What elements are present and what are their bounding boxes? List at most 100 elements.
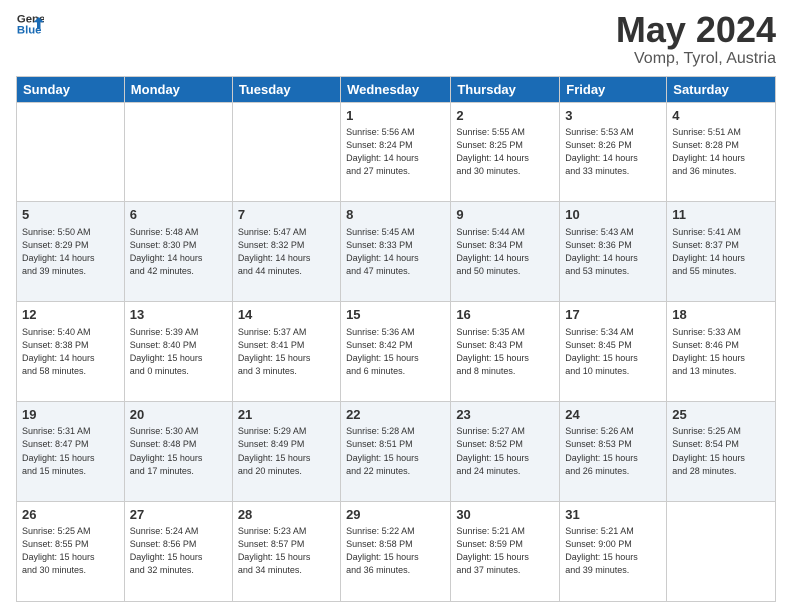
table-row: 2Sunrise: 5:55 AM Sunset: 8:25 PM Daylig… [451, 102, 560, 202]
day-info: Sunrise: 5:22 AM Sunset: 8:58 PM Dayligh… [346, 525, 445, 577]
table-row: 23Sunrise: 5:27 AM Sunset: 8:52 PM Dayli… [451, 402, 560, 502]
day-number: 30 [456, 506, 554, 524]
day-info: Sunrise: 5:35 AM Sunset: 8:43 PM Dayligh… [456, 326, 554, 378]
calendar-week-row: 5 Sunrise: 5:50 AM Sunset: 8:29 PM Daylig… [17, 202, 776, 302]
table-row: 19Sunrise: 5:31 AM Sunset: 8:47 PM Dayli… [17, 402, 125, 502]
col-wednesday: Wednesday [341, 76, 451, 102]
day-info: Sunrise: 5:45 AM Sunset: 8:33 PM Dayligh… [346, 226, 445, 278]
calendar-week-row: 19Sunrise: 5:31 AM Sunset: 8:47 PM Dayli… [17, 402, 776, 502]
day-number: 1 [346, 107, 445, 125]
day-info: Sunrise: 5:25 AM Sunset: 8:54 PM Dayligh… [672, 425, 770, 477]
title-block: May 2024 Vomp, Tyrol, Austria [616, 10, 776, 68]
table-row: 30Sunrise: 5:21 AM Sunset: 8:59 PM Dayli… [451, 502, 560, 602]
day-number: 12 [22, 306, 119, 324]
day-info: Sunrise: 5:34 AM Sunset: 8:45 PM Dayligh… [565, 326, 661, 378]
table-row: 1Sunrise: 5:56 AM Sunset: 8:24 PM Daylig… [341, 102, 451, 202]
table-row: 28Sunrise: 5:23 AM Sunset: 8:57 PM Dayli… [232, 502, 340, 602]
day-number: 3 [565, 107, 661, 125]
table-row: 14Sunrise: 5:37 AM Sunset: 8:41 PM Dayli… [232, 302, 340, 402]
day-info: Sunrise: 5:53 AM Sunset: 8:26 PM Dayligh… [565, 126, 661, 178]
day-info: Sunrise: 5:25 AM Sunset: 8:55 PM Dayligh… [22, 525, 119, 577]
table-row: 8Sunrise: 5:45 AM Sunset: 8:33 PM Daylig… [341, 202, 451, 302]
day-info: Sunrise: 5:24 AM Sunset: 8:56 PM Dayligh… [130, 525, 227, 577]
table-row: 17 Sunrise: 5:34 AM Sunset: 8:45 PM Dayli… [560, 302, 667, 402]
table-row [667, 502, 776, 602]
day-number: 7 [238, 206, 335, 224]
page: General Blue May 2024 Vomp, Tyrol, Austr… [0, 0, 792, 612]
day-info: Sunrise: 5:27 AM Sunset: 8:52 PM Dayligh… [456, 425, 554, 477]
calendar-week-row: 26Sunrise: 5:25 AM Sunset: 8:55 PM Dayli… [17, 502, 776, 602]
day-info: Sunrise: 5:29 AM Sunset: 8:49 PM Dayligh… [238, 425, 335, 477]
day-info: Sunrise: 5:50 AM Sunset: 8:29 PM Dayligh… [22, 226, 119, 278]
day-info: Sunrise: 5:23 AM Sunset: 8:57 PM Dayligh… [238, 525, 335, 577]
day-number: 26 [22, 506, 119, 524]
day-info: Sunrise: 5:51 AM Sunset: 8:28 PM Dayligh… [672, 126, 770, 178]
day-info: Sunrise: 5:28 AM Sunset: 8:51 PM Dayligh… [346, 425, 445, 477]
table-row: 15 Sunrise: 5:36 AM Sunset: 8:42 PM Dayli… [341, 302, 451, 402]
day-number: 2 [456, 107, 554, 125]
table-row: 21Sunrise: 5:29 AM Sunset: 8:49 PM Dayli… [232, 402, 340, 502]
table-row: 27Sunrise: 5:24 AM Sunset: 8:56 PM Dayli… [124, 502, 232, 602]
day-number: 15 [346, 306, 445, 324]
day-number: 16 [456, 306, 554, 324]
day-number: 10 [565, 206, 661, 224]
day-number: 31 [565, 506, 661, 524]
logo: General Blue [16, 10, 44, 38]
col-sunday: Sunday [17, 76, 125, 102]
day-number: 28 [238, 506, 335, 524]
day-number: 17 [565, 306, 661, 324]
table-row: 10 Sunrise: 5:43 AM Sunset: 8:36 PM Dayli… [560, 202, 667, 302]
calendar-table: Sunday Monday Tuesday Wednesday Thursday… [16, 76, 776, 602]
day-number: 5 [22, 206, 119, 224]
day-info: Sunrise: 5:47 AM Sunset: 8:32 PM Dayligh… [238, 226, 335, 278]
day-info: Sunrise: 5:56 AM Sunset: 8:24 PM Dayligh… [346, 126, 445, 178]
day-info: Sunrise: 5:26 AM Sunset: 8:53 PM Dayligh… [565, 425, 661, 477]
day-number: 11 [672, 206, 770, 224]
day-number: 23 [456, 406, 554, 424]
table-row: 29Sunrise: 5:22 AM Sunset: 8:58 PM Dayli… [341, 502, 451, 602]
day-number: 22 [346, 406, 445, 424]
table-row [17, 102, 125, 202]
day-number: 13 [130, 306, 227, 324]
table-row: 3Sunrise: 5:53 AM Sunset: 8:26 PM Daylig… [560, 102, 667, 202]
day-info: Sunrise: 5:39 AM Sunset: 8:40 PM Dayligh… [130, 326, 227, 378]
col-saturday: Saturday [667, 76, 776, 102]
table-row: 13 Sunrise: 5:39 AM Sunset: 8:40 PM Dayli… [124, 302, 232, 402]
table-row: 18Sunrise: 5:33 AM Sunset: 8:46 PM Dayli… [667, 302, 776, 402]
day-number: 24 [565, 406, 661, 424]
table-row: 6 Sunrise: 5:48 AM Sunset: 8:30 PM Daylig… [124, 202, 232, 302]
table-row: 7 Sunrise: 5:47 AM Sunset: 8:32 PM Daylig… [232, 202, 340, 302]
table-row: 4Sunrise: 5:51 AM Sunset: 8:28 PM Daylig… [667, 102, 776, 202]
day-info: Sunrise: 5:40 AM Sunset: 8:38 PM Dayligh… [22, 326, 119, 378]
day-info: Sunrise: 5:43 AM Sunset: 8:36 PM Dayligh… [565, 226, 661, 278]
col-monday: Monday [124, 76, 232, 102]
page-subtitle: Vomp, Tyrol, Austria [616, 50, 776, 68]
day-info: Sunrise: 5:55 AM Sunset: 8:25 PM Dayligh… [456, 126, 554, 178]
table-row: 24Sunrise: 5:26 AM Sunset: 8:53 PM Dayli… [560, 402, 667, 502]
calendar-week-row: 1Sunrise: 5:56 AM Sunset: 8:24 PM Daylig… [17, 102, 776, 202]
table-row: 12 Sunrise: 5:40 AM Sunset: 8:38 PM Dayli… [17, 302, 125, 402]
day-number: 4 [672, 107, 770, 125]
day-number: 29 [346, 506, 445, 524]
day-number: 6 [130, 206, 227, 224]
col-tuesday: Tuesday [232, 76, 340, 102]
day-number: 27 [130, 506, 227, 524]
day-number: 20 [130, 406, 227, 424]
table-row: 11 Sunrise: 5:41 AM Sunset: 8:37 PM Dayli… [667, 202, 776, 302]
day-info: Sunrise: 5:36 AM Sunset: 8:42 PM Dayligh… [346, 326, 445, 378]
day-info: Sunrise: 5:31 AM Sunset: 8:47 PM Dayligh… [22, 425, 119, 477]
day-number: 14 [238, 306, 335, 324]
table-row: 22Sunrise: 5:28 AM Sunset: 8:51 PM Dayli… [341, 402, 451, 502]
day-number: 21 [238, 406, 335, 424]
day-info: Sunrise: 5:48 AM Sunset: 8:30 PM Dayligh… [130, 226, 227, 278]
table-row: 9Sunrise: 5:44 AM Sunset: 8:34 PM Daylig… [451, 202, 560, 302]
table-row: 16 Sunrise: 5:35 AM Sunset: 8:43 PM Dayli… [451, 302, 560, 402]
day-number: 25 [672, 406, 770, 424]
day-info: Sunrise: 5:44 AM Sunset: 8:34 PM Dayligh… [456, 226, 554, 278]
calendar-header-row: Sunday Monday Tuesday Wednesday Thursday… [17, 76, 776, 102]
table-row: 20Sunrise: 5:30 AM Sunset: 8:48 PM Dayli… [124, 402, 232, 502]
day-info: Sunrise: 5:41 AM Sunset: 8:37 PM Dayligh… [672, 226, 770, 278]
col-thursday: Thursday [451, 76, 560, 102]
day-info: Sunrise: 5:21 AM Sunset: 8:59 PM Dayligh… [456, 525, 554, 577]
table-row: 5 Sunrise: 5:50 AM Sunset: 8:29 PM Daylig… [17, 202, 125, 302]
